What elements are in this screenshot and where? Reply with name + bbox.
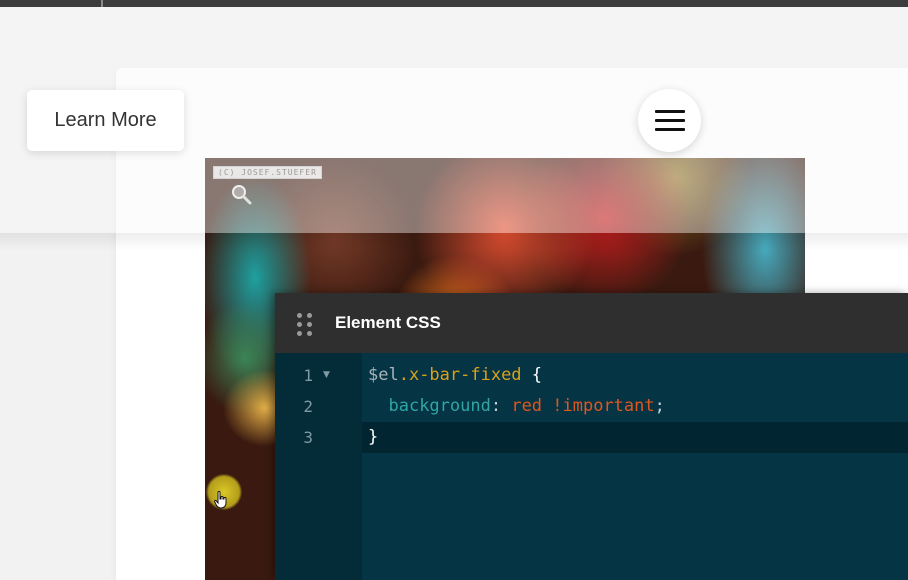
- code-token-semicolon: ;: [654, 396, 665, 416]
- code-token-brace: {: [521, 365, 543, 385]
- pointer-hand-icon: [206, 474, 242, 510]
- drag-handle-icon[interactable]: [297, 313, 313, 336]
- hamburger-icon-bar: [654, 119, 685, 122]
- line-number: 2: [303, 397, 313, 416]
- code-token-variable: $el: [368, 365, 399, 385]
- panel-title: Element CSS: [335, 313, 441, 332]
- code-token-selector: .x-bar-fixed: [398, 365, 522, 385]
- code-line-3: }: [368, 426, 378, 448]
- code-line-1: $el.x-bar-fixed {: [368, 364, 542, 386]
- element-css-panel: Element CSS 1 ▼ 2 3 $el.x-bar-fixed { ba…: [275, 293, 908, 580]
- hamburger-menu-button[interactable]: [638, 89, 701, 152]
- code-editor[interactable]: $el.x-bar-fixed { background: red !impor…: [362, 353, 908, 580]
- line-number-gutter: 1 ▼ 2 3: [275, 353, 362, 580]
- learn-more-button[interactable]: Learn More: [27, 90, 184, 151]
- top-bar-divider: [101, 0, 103, 7]
- panel-header[interactable]: Element CSS: [275, 293, 908, 353]
- code-token-brace: }: [368, 427, 379, 447]
- code-token-value: red !important: [511, 396, 655, 416]
- line-number: 3: [303, 428, 313, 447]
- line-number: 1: [303, 366, 313, 385]
- hamburger-icon-bar: [654, 128, 685, 131]
- code-line-2: background: red !important;: [368, 395, 665, 417]
- header-shadow: [0, 233, 908, 251]
- active-line-highlight: [362, 422, 908, 453]
- fold-arrow-icon[interactable]: ▼: [323, 370, 330, 380]
- code-token-colon: :: [490, 396, 512, 416]
- top-bar: [0, 0, 908, 7]
- code-token-property: background: [388, 396, 491, 416]
- hamburger-icon: [654, 110, 685, 113]
